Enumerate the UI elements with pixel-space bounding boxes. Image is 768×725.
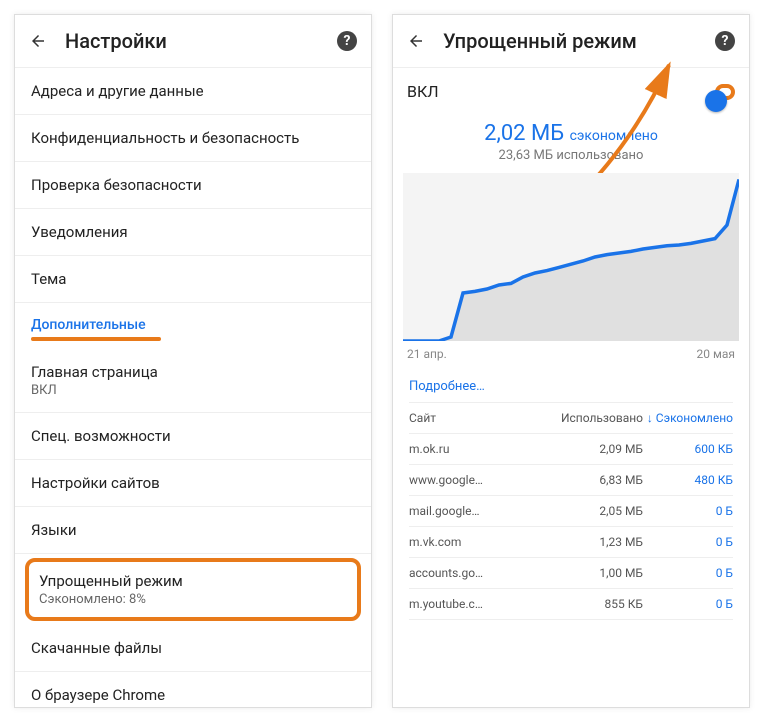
chart-container: 21 апр. 20 мая [393,173,749,371]
back-icon[interactable] [29,32,47,50]
table-row[interactable]: www.google…6,83 МБ480 КБ [409,465,733,496]
settings-item-about-chrome[interactable]: О браузере Chrome [15,672,371,707]
page-title: Настройки [65,29,319,53]
settings-item-sublabel: ВКЛ [31,383,355,398]
settings-item-addresses[interactable]: Адреса и другие данные [15,68,371,115]
settings-screen: Настройки ? Адреса и другие данные Конфи… [14,14,372,708]
table-row[interactable]: m.youtube.c…855 КБ0 Б [409,589,733,620]
settings-item-privacy[interactable]: Конфиденциальность и безопасность [15,115,371,162]
advanced-section-label: Дополнительные [15,303,371,337]
x-axis-end: 20 мая [697,347,735,361]
cell-saved: 480 КБ [643,473,733,487]
col-saved-label: Сэкономлено [656,411,733,425]
highlight-box-toggle [715,84,735,100]
sites-table: Сайт Использовано ↓ Сэкономлено m.ok.ru2… [393,402,749,620]
cell-site: m.ok.ru [409,442,553,456]
cell-site: accounts.go… [409,566,553,580]
settings-item-lite-mode[interactable]: Упрощенный режим Сэкономлено: 8% [25,558,361,621]
sort-arrow-icon: ↓ [647,411,653,425]
cell-used: 6,83 МБ [553,473,643,487]
table-row[interactable]: mail.google…2,05 МБ0 Б [409,496,733,527]
savings-summary: 2,02 МБ сэкономлено 23,63 МБ использован… [393,115,749,173]
table-row[interactable]: accounts.go…1,00 МБ0 Б [409,558,733,589]
toggle-row: ВКЛ [393,68,749,115]
help-icon[interactable]: ? [715,31,735,51]
col-site: Сайт [409,411,553,425]
cell-site: mail.google… [409,504,553,518]
more-link[interactable]: Подробнее… [393,371,749,402]
cell-saved: 0 Б [643,535,733,549]
cell-used: 2,05 МБ [553,504,643,518]
settings-item-label: Главная страница [31,363,355,381]
cell-site: www.google… [409,473,553,487]
savings-suffix: сэкономлено [570,128,658,144]
cell-used: 1,00 МБ [553,566,643,580]
settings-item-sublabel: Сэкономлено: 8% [39,592,347,607]
settings-item-accessibility[interactable]: Спец. возможности [15,413,371,460]
x-axis-start: 21 апр. [407,347,447,361]
settings-list: Адреса и другие данные Конфиденциальност… [15,68,371,707]
cell-saved: 0 Б [643,597,733,611]
cell-site: m.vk.com [409,535,553,549]
settings-item-languages[interactable]: Языки [15,507,371,554]
highlight-underline [31,337,161,341]
table-body: m.ok.ru2,09 МБ600 КБwww.google…6,83 МБ48… [409,434,733,620]
cell-used: 2,09 МБ [553,442,643,456]
lite-mode-header: Упрощенный режим ? [393,15,749,68]
settings-item-site-settings[interactable]: Настройки сайтов [15,460,371,507]
cell-saved: 600 КБ [643,442,733,456]
cell-saved: 0 Б [643,566,733,580]
savings-value: 2,02 МБ [484,121,564,146]
table-row[interactable]: m.ok.ru2,09 МБ600 КБ [409,434,733,465]
col-saved[interactable]: ↓ Сэкономлено [643,411,733,425]
savings-amount: 2,02 МБ сэкономлено [393,121,749,146]
savings-chart [403,173,739,341]
used-line: 23,63 МБ использовано [393,148,749,163]
chart-x-axis: 21 апр. 20 мая [403,341,739,371]
cell-saved: 0 Б [643,504,733,518]
settings-item-theme[interactable]: Тема [15,256,371,303]
lite-mode-screen: Упрощенный режим ? ВКЛ 2,02 МБ сэкономле… [392,14,750,708]
table-row[interactable]: m.vk.com1,23 МБ0 Б [409,527,733,558]
cell-used: 1,23 МБ [553,535,643,549]
settings-item-downloads[interactable]: Скачанные файлы [15,625,371,672]
help-icon[interactable]: ? [337,31,357,51]
table-header-row: Сайт Использовано ↓ Сэкономлено [409,402,733,434]
toggle-label: ВКЛ [407,82,439,101]
cell-used: 855 КБ [553,597,643,611]
col-used: Использовано [553,411,643,425]
page-title: Упрощенный режим [443,29,697,53]
back-icon[interactable] [407,32,425,50]
settings-item-notifications[interactable]: Уведомления [15,209,371,256]
settings-header: Настройки ? [15,15,371,68]
settings-item-safety-check[interactable]: Проверка безопасности [15,162,371,209]
settings-item-homepage[interactable]: Главная страница ВКЛ [15,349,371,413]
cell-site: m.youtube.c… [409,597,553,611]
toggle-knob [705,90,727,112]
settings-item-label: Упрощенный режим [39,572,347,590]
